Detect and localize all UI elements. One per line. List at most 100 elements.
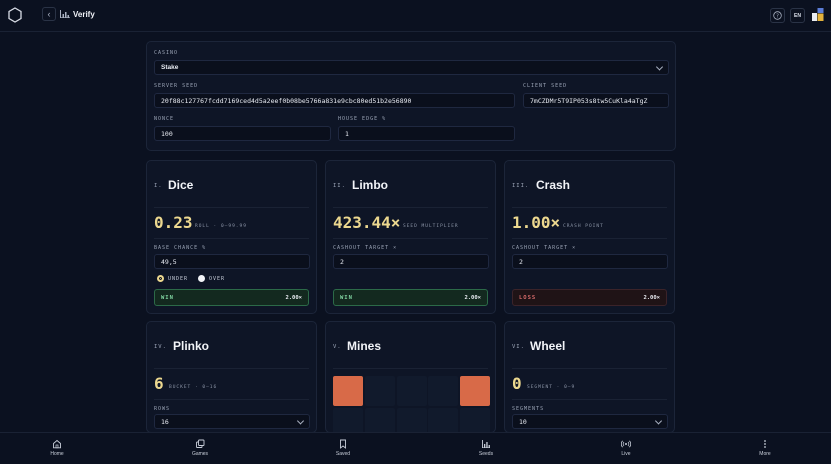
divider — [333, 368, 488, 369]
limbo-result-caption: SEED MULTIPLIER — [403, 224, 459, 229]
nav-home-label: Home — [50, 451, 64, 457]
nav-home[interactable]: Home — [27, 439, 87, 457]
mines-title: Mines — [347, 339, 382, 353]
mine-tile[interactable] — [460, 408, 490, 432]
nav-seeds[interactable]: Seeds — [456, 439, 516, 457]
divider — [154, 238, 309, 239]
outcome-label: WIN — [161, 294, 174, 301]
dice-card: I. Dice 0.23 ROLL · 0–99.99 BASE CHANCE … — [146, 160, 317, 314]
hexagon-logo-icon[interactable] — [8, 7, 22, 23]
mine-tile[interactable] — [397, 408, 427, 432]
limbo-outcome-badge: WIN 2.00× — [333, 289, 488, 306]
divider — [512, 207, 667, 208]
nav-saved-label: Saved — [335, 451, 351, 457]
plinko-result: 6 — [154, 374, 164, 393]
games-icon — [196, 439, 205, 448]
back-button[interactable]: ‹ — [42, 7, 56, 21]
over-radio[interactable]: OVER — [198, 275, 225, 282]
page-title: Verify — [73, 10, 95, 19]
cashout-target-input[interactable]: 2 — [512, 254, 668, 269]
broadcast-icon — [621, 440, 631, 448]
mine-tile[interactable] — [397, 376, 427, 406]
mine-tile[interactable] — [333, 376, 363, 406]
nav-seeds-label: Seeds — [478, 451, 494, 457]
nav-live[interactable]: Live — [596, 439, 656, 457]
language-button[interactable]: EN — [790, 8, 805, 23]
divider — [512, 238, 667, 239]
bookmark-icon — [340, 439, 346, 449]
radio-selected-icon — [157, 275, 164, 282]
mine-tile[interactable] — [365, 408, 395, 432]
mine-tile[interactable] — [428, 408, 458, 432]
nonce-input[interactable]: 100 — [154, 126, 331, 141]
home-icon — [53, 439, 61, 449]
divider — [154, 399, 309, 400]
wheel-title: Wheel — [530, 339, 566, 353]
mine-tile[interactable] — [333, 408, 363, 432]
house-edge-input[interactable]: 1 — [338, 126, 515, 141]
more-vertical-icon — [764, 440, 766, 448]
chevron-down-icon — [296, 416, 305, 425]
segments-select[interactable]: 10 — [512, 414, 668, 429]
dice-title: Dice — [168, 178, 194, 192]
segments-select-value: 10 — [519, 417, 527, 426]
limbo-input-label: CASHOUT TARGET × — [333, 245, 398, 251]
wheel-result: 0 — [512, 374, 522, 393]
divider — [333, 207, 488, 208]
divider — [512, 399, 667, 400]
nav-more-label: More — [759, 451, 771, 457]
mines-card: V. Mines — [325, 321, 496, 433]
chevron-down-icon — [654, 416, 663, 425]
mine-tile[interactable] — [460, 376, 490, 406]
divider — [512, 368, 667, 369]
base-chance-input[interactable]: 49,5 — [154, 254, 310, 269]
outcome-label: LOSS — [519, 294, 537, 301]
bottom-nav: Home Games Saved Seeds Live More — [0, 432, 831, 464]
nav-games-label: Games — [191, 451, 209, 457]
client-seed-input[interactable]: 7mCZDMr5T9IP053s8tw5CuKla4aTgZ — [523, 93, 669, 108]
crash-result-caption: CRASH POINT — [563, 224, 604, 229]
server-seed-input[interactable]: 20f88c127767fcdd7169ced4d5a2eef0b08be576… — [154, 93, 515, 108]
theme-palette-icon[interactable] — [812, 8, 824, 21]
chevron-left-icon: ‹ — [47, 9, 51, 19]
help-button[interactable]: ? — [770, 8, 785, 23]
crash-card: III. Crash 1.00× CRASH POINT CASHOUT TAR… — [504, 160, 675, 314]
dice-numeral: I. — [154, 183, 163, 189]
limbo-card: II. Limbo 423.44× SEED MULTIPLIER CASHOU… — [325, 160, 496, 314]
server-seed-label: SERVER SEED — [154, 83, 199, 89]
casino-select-value: Stake — [161, 64, 179, 71]
over-label: OVER — [209, 275, 226, 282]
limbo-title: Limbo — [352, 178, 388, 192]
house-edge-label: HOUSE EDGE % — [338, 116, 387, 122]
nav-saved[interactable]: Saved — [313, 439, 373, 457]
client-seed-label: CLIENT SEED — [523, 83, 568, 89]
outcome-multiplier: 2.00× — [464, 294, 481, 301]
plinko-result-caption: BUCKET · 0–16 — [169, 385, 218, 390]
under-radio[interactable]: UNDER — [157, 275, 188, 282]
crash-numeral: III. — [512, 183, 530, 189]
casino-select[interactable]: Stake — [154, 60, 669, 75]
seed-config-panel: CASINO Stake SERVER SEED 20f88c127767fcd… — [146, 41, 676, 151]
dice-result: 0.23 — [154, 213, 193, 232]
rows-select[interactable]: 16 — [154, 414, 310, 429]
under-label: UNDER — [168, 275, 189, 282]
divider — [154, 368, 309, 369]
svg-text:?: ? — [776, 13, 779, 19]
plinko-card: IV. Plinko 6 BUCKET · 0–16 ROWS 16 — [146, 321, 317, 433]
nonce-label: NONCE — [154, 116, 175, 122]
dice-result-caption: ROLL · 0–99.99 — [195, 224, 247, 229]
nav-more[interactable]: More — [735, 439, 795, 457]
top-bar: ‹ Verify ? EN — [0, 0, 831, 32]
crash-title: Crash — [536, 178, 571, 192]
cashout-target-input[interactable]: 2 — [333, 254, 489, 269]
wheel-card: VI. Wheel 0 SEGMENT · 0–9 SEGMENTS 10 — [504, 321, 675, 433]
nav-games[interactable]: Games — [170, 439, 230, 457]
mine-tile[interactable] — [428, 376, 458, 406]
plinko-title: Plinko — [173, 339, 210, 353]
outcome-multiplier: 2.00× — [643, 294, 660, 301]
bar-chart-icon — [482, 440, 490, 448]
divider — [154, 207, 309, 208]
chevron-down-icon — [655, 62, 664, 71]
mine-tile[interactable] — [365, 376, 395, 406]
limbo-numeral: II. — [333, 183, 346, 189]
